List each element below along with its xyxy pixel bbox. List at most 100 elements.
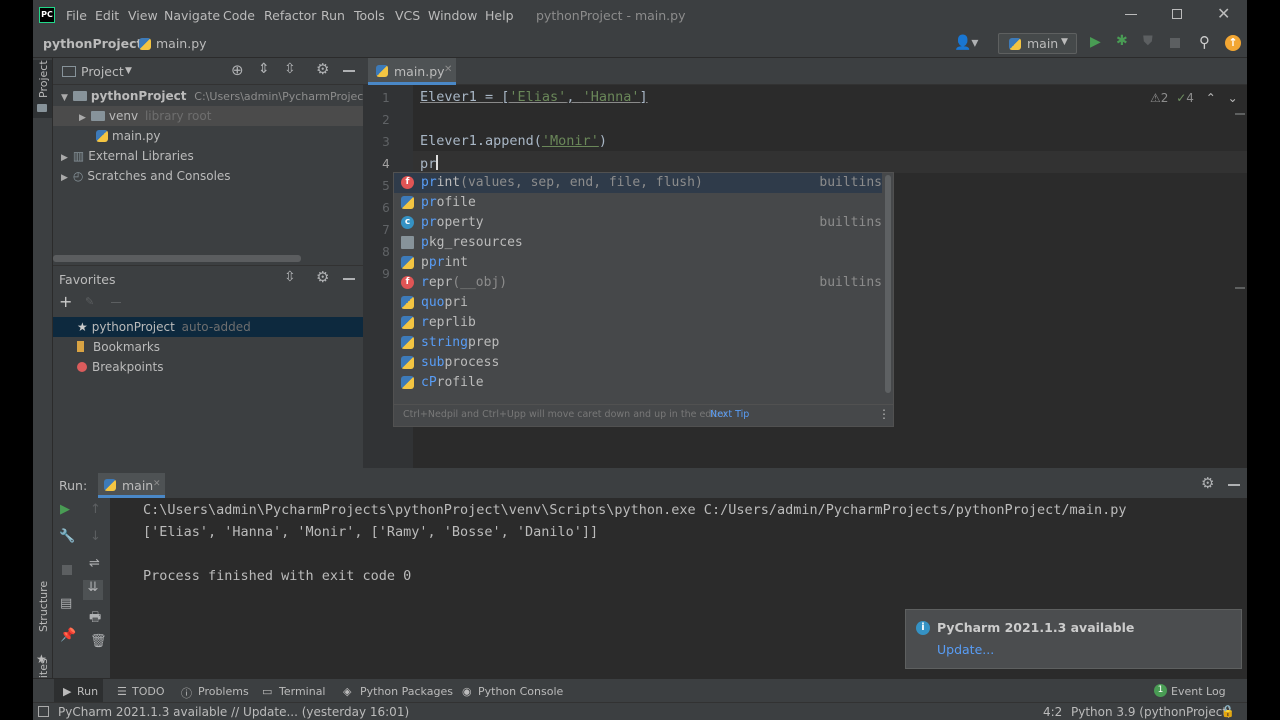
debug-icon[interactable]: ✱: [1116, 33, 1128, 49]
trash-icon[interactable]: 🗑: [90, 634, 107, 649]
completion-item[interactable]: pprint: [394, 253, 882, 273]
tree-item-external-libraries[interactable]: ▶ ▥ External Libraries: [61, 146, 194, 166]
completion-item[interactable]: quopri: [394, 293, 882, 313]
close-tab-icon[interactable]: ✕: [153, 479, 161, 489]
gear-icon[interactable]: ⚙: [1201, 474, 1214, 492]
interpreter-selector[interactable]: Python 3.9 (pythonProject): [1071, 705, 1232, 719]
completion-item[interactable]: pkg_resources: [394, 233, 882, 253]
hide-panel-icon[interactable]: [1228, 484, 1240, 486]
soft-wrap-icon[interactable]: ⇌: [89, 556, 100, 571]
search-icon[interactable]: ⚲: [1199, 33, 1210, 51]
tool-python-packages-label[interactable]: Python Packages: [360, 685, 453, 698]
favorites-item-breakpoints[interactable]: Breakpoints: [77, 357, 163, 377]
hide-panel-icon[interactable]: [343, 278, 355, 280]
layout-icon[interactable]: ▤: [60, 596, 72, 611]
pin-icon[interactable]: 📌: [60, 628, 76, 643]
tool-terminal-label[interactable]: Terminal: [279, 685, 326, 698]
menu-run[interactable]: Run: [321, 8, 345, 23]
menu-tools[interactable]: Tools: [354, 8, 385, 23]
module-icon: [401, 356, 414, 369]
horizontal-scrollbar[interactable]: [53, 255, 301, 262]
completion-item[interactable]: stringprep: [394, 333, 882, 353]
favorites-item-project[interactable]: ★ pythonProject auto-added: [53, 317, 363, 337]
weak-warning-icon: ✓: [1176, 91, 1187, 105]
rerun-icon[interactable]: ▶: [60, 502, 70, 517]
project-panel-title[interactable]: Project: [81, 64, 124, 79]
wrench-icon[interactable]: 🔧: [59, 529, 75, 544]
package-icon: [401, 236, 414, 249]
tool-todo-label[interactable]: TODO: [132, 685, 165, 698]
completion-item[interactable]: profile: [394, 193, 882, 213]
code-string: 'Monir': [541, 133, 599, 149]
completion-item[interactable]: f print(values, sep, end, file, flush) bui…: [394, 173, 882, 193]
chevron-up-icon[interactable]: ⌃: [1206, 91, 1216, 105]
locate-icon[interactable]: ⊕: [231, 61, 244, 79]
event-log-label[interactable]: Event Log: [1171, 685, 1226, 698]
maximize-icon[interactable]: [1172, 9, 1182, 19]
coverage-icon[interactable]: ⛊: [1143, 34, 1153, 49]
breadcrumb-project[interactable]: pythonProject: [43, 36, 143, 51]
minimize-icon[interactable]: [1125, 14, 1137, 15]
next-tip-link[interactable]: Next Tip: [710, 409, 749, 420]
favorites-item-bookmarks[interactable]: Bookmarks: [77, 337, 160, 357]
gear-icon[interactable]: ⚙: [316, 268, 329, 286]
module-icon: [401, 336, 414, 349]
add-icon[interactable]: +: [59, 292, 72, 311]
run-icon[interactable]: ▶: [1090, 34, 1101, 50]
tree-item-scratches[interactable]: ▶ ◴ Scratches and Consoles: [61, 166, 231, 186]
close-icon[interactable]: ✕: [1217, 4, 1230, 23]
stop-icon[interactable]: [1170, 38, 1180, 48]
tree-item-main-py[interactable]: main.py: [96, 126, 161, 146]
strip-project-label[interactable]: Project: [37, 60, 50, 98]
menu-view[interactable]: View: [128, 8, 158, 23]
gear-icon[interactable]: ⚙: [316, 60, 329, 78]
update-icon[interactable]: ↑: [1225, 35, 1241, 51]
update-notification[interactable]: i PyCharm 2021.1.3 available Update...: [905, 609, 1242, 669]
popup-scrollbar[interactable]: [885, 175, 891, 393]
user-icon[interactable]: 👤▾: [954, 35, 978, 51]
menu-navigate[interactable]: Navigate: [164, 8, 220, 23]
run-tab-main[interactable]: main ✕: [98, 473, 165, 498]
collapse-all-icon[interactable]: ⇳: [284, 269, 296, 285]
tree-item-venv[interactable]: ▶ venv library root: [53, 106, 363, 126]
completion-item[interactable]: f repr(__obj) builtins: [394, 273, 882, 293]
tree-item-root[interactable]: ▼ pythonProject C:\Users\admin\PycharmPro…: [61, 86, 384, 106]
completion-rest: int: [436, 175, 461, 190]
menu-code[interactable]: Code: [223, 8, 255, 23]
expand-all-icon[interactable]: ⇕: [258, 61, 270, 77]
caret-position[interactable]: 4:2: [1043, 705, 1062, 719]
print-icon[interactable]: 🖶: [89, 608, 101, 630]
completion-popup: f print(values, sep, end, file, flush) bui…: [393, 172, 894, 427]
menu-file[interactable]: File: [66, 8, 87, 23]
menu-refactor[interactable]: Refactor: [264, 8, 316, 23]
completion-list[interactable]: f print(values, sep, end, file, flush) bui…: [394, 173, 882, 403]
completion-item[interactable]: cProfile: [394, 373, 882, 393]
run-config-select[interactable]: main ▼: [998, 33, 1077, 54]
tool-python-console-label[interactable]: Python Console: [478, 685, 563, 698]
more-options-icon[interactable]: ⋮: [878, 407, 890, 421]
menu-vcs[interactable]: VCS: [395, 8, 420, 23]
status-toggle-icon[interactable]: [38, 706, 49, 717]
menu-help[interactable]: Help: [485, 8, 514, 23]
completion-item[interactable]: c property builtins: [394, 213, 882, 233]
breadcrumb-file[interactable]: main.py: [156, 36, 207, 51]
completion-item[interactable]: reprlib: [394, 313, 882, 333]
tool-run-label[interactable]: Run: [77, 685, 98, 698]
tool-problems-label[interactable]: Problems: [198, 685, 249, 698]
completion-item[interactable]: subprocess: [394, 353, 882, 373]
lock-icon[interactable]: 🔓: [1221, 705, 1235, 718]
scroll-to-end-icon[interactable]: ⇊: [83, 580, 103, 600]
status-message[interactable]: PyCharm 2021.1.3 available // Update... …: [58, 705, 409, 719]
menu-edit[interactable]: Edit: [95, 8, 119, 23]
collapse-all-icon[interactable]: ⇳: [284, 61, 296, 77]
inspection-widget[interactable]: ⚠2 ✓4 ⌃ ⌄: [1150, 91, 1238, 105]
strip-structure-label[interactable]: Structure: [37, 581, 50, 632]
hide-panel-icon[interactable]: [343, 70, 355, 72]
notification-update-link[interactable]: Update...: [937, 642, 994, 657]
menu-window[interactable]: Window: [428, 8, 477, 23]
chevron-down-icon[interactable]: ▼: [125, 66, 132, 76]
close-tab-icon[interactable]: ✕: [444, 64, 452, 75]
tab-main-py[interactable]: main.py ✕: [368, 58, 456, 85]
chevron-down-icon[interactable]: ⌄: [1228, 91, 1238, 105]
packages-icon: ◈: [343, 685, 352, 698]
